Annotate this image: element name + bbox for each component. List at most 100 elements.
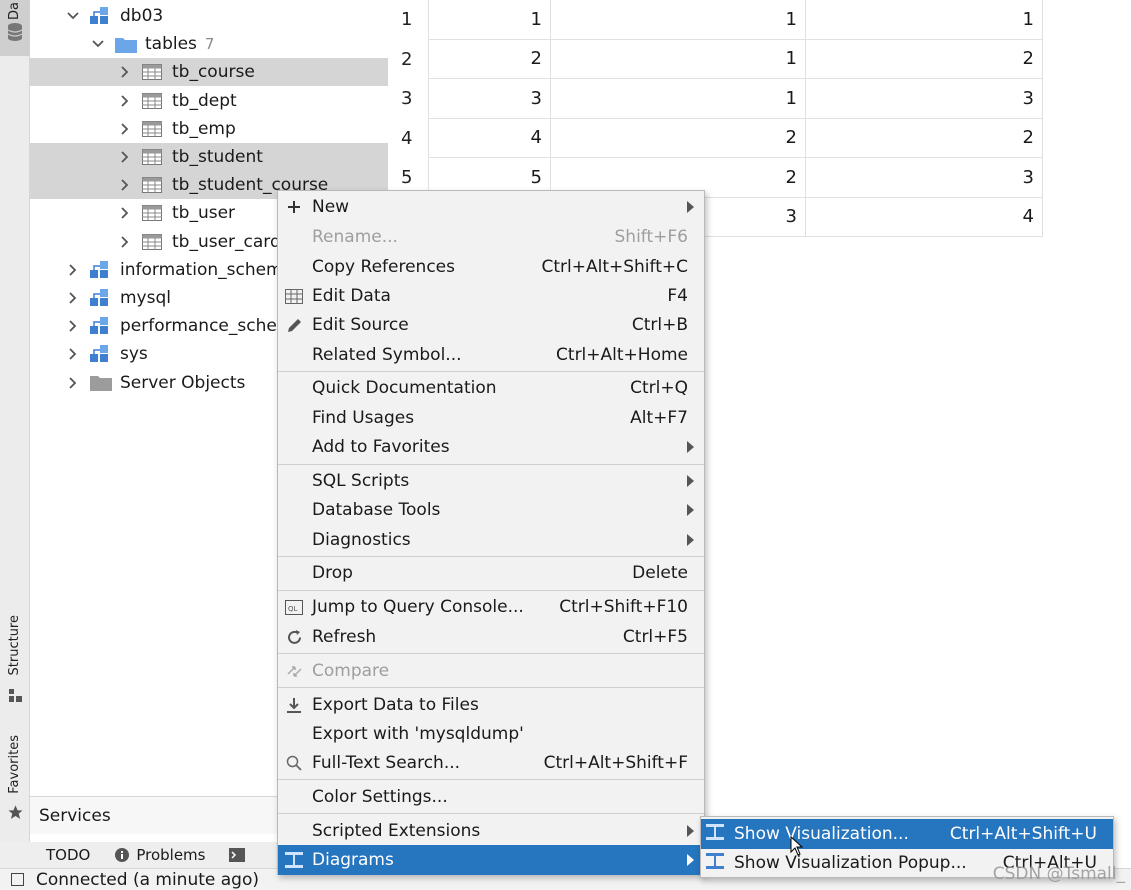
table-icon xyxy=(142,205,162,222)
tree-item-label: tb_student xyxy=(172,147,263,167)
tree-item-label: db03 xyxy=(120,6,164,26)
tree-item[interactable]: tb_emp xyxy=(30,115,388,143)
tree-item[interactable]: db03 xyxy=(30,2,388,30)
menu-item-copy-references[interactable]: Copy References Ctrl+Alt+Shift+C xyxy=(278,252,704,282)
menu-item-full-text-search[interactable]: Full-Text Search... Ctrl+Alt+Shift+F xyxy=(278,748,704,778)
database-tool-tab[interactable]: Da xyxy=(0,0,30,56)
schema-icon xyxy=(90,289,110,307)
table-cell[interactable]: 3 xyxy=(428,79,551,119)
services-panel-header[interactable]: Services xyxy=(30,796,280,834)
menu-item-rename[interactable]: Rename... Shift+F6 xyxy=(278,222,704,252)
schema-icon xyxy=(90,317,110,335)
menu-item-diagnostics[interactable]: Diagnostics xyxy=(278,525,704,555)
todo-label: TODO xyxy=(46,846,91,864)
chevron-right-icon[interactable] xyxy=(118,178,132,192)
table-icon xyxy=(142,92,162,109)
menu-item-jump-to-query-console[interactable]: QL Jump to Query Console... Ctrl+Shift+F… xyxy=(278,592,704,622)
table-cell[interactable]: 1 xyxy=(551,39,806,79)
menu-item-related-symbol[interactable]: Related Symbol... Ctrl+Alt+Home xyxy=(278,340,704,370)
problems-tab[interactable]: Problems xyxy=(114,846,205,864)
chevron-right-icon[interactable] xyxy=(118,150,132,164)
table-cell[interactable]: 2 xyxy=(806,39,1043,79)
schema-icon xyxy=(90,345,110,363)
menu-item-diagrams[interactable]: Diagrams xyxy=(278,845,704,875)
row-number: 2 xyxy=(401,48,413,70)
chevron-right-icon[interactable] xyxy=(66,263,80,277)
table-cell[interactable]: 4 xyxy=(428,118,551,158)
tree-item[interactable]: tb_course xyxy=(30,58,388,87)
tree-item[interactable]: tb_student xyxy=(30,143,388,171)
table-cell[interactable]: 3 xyxy=(806,79,1043,119)
row-number: 3 xyxy=(401,88,413,110)
chevron-right-icon[interactable] xyxy=(118,206,132,220)
chevron-right-icon[interactable] xyxy=(66,319,80,333)
favorites-tab[interactable]: Favorites xyxy=(7,735,22,794)
table-cell[interactable]: 2 xyxy=(428,39,551,79)
tree-item-label: tb_dept xyxy=(172,90,237,111)
folder-icon xyxy=(115,36,137,53)
diagram-icon xyxy=(706,824,726,844)
menu-item-sql-scripts[interactable]: SQL Scripts xyxy=(278,466,704,496)
table-icon xyxy=(142,233,162,250)
menu-item-export-data-to-files[interactable]: Export Data to Files xyxy=(278,690,704,720)
problems-label: Problems xyxy=(136,846,206,864)
menu-item-export-mysqldump[interactable]: Export with 'mysqldump' xyxy=(278,719,704,749)
chevron-right-icon[interactable] xyxy=(118,94,132,108)
todo-tab[interactable]: TODO xyxy=(46,846,90,864)
tree-item-label: mysql xyxy=(120,288,171,308)
tree-item-label: information_schema xyxy=(120,259,294,280)
table-cell[interactable]: 1 xyxy=(806,0,1043,40)
chevron-right-icon[interactable] xyxy=(66,291,80,305)
menu-item-database-tools[interactable]: Database Tools xyxy=(278,495,704,525)
menu-separator xyxy=(278,371,704,372)
server-folder-icon xyxy=(90,374,112,392)
chevron-right-icon[interactable] xyxy=(118,122,132,136)
chevron-right-icon[interactable] xyxy=(66,347,80,361)
chevron-right-icon[interactable] xyxy=(118,235,132,249)
compare-icon xyxy=(284,661,304,681)
submenu-arrow-icon xyxy=(687,825,694,837)
table-cell[interactable]: 1 xyxy=(551,0,806,40)
bottom-tool-tabs: TODO Problems xyxy=(0,842,280,868)
table-cell[interactable]: 2 xyxy=(551,118,806,158)
terminal-icon[interactable] xyxy=(229,848,246,862)
menu-item-scripted-extensions[interactable]: Scripted Extensions xyxy=(278,816,704,846)
status-checkbox-icon[interactable] xyxy=(11,873,24,886)
mouse-cursor-icon xyxy=(790,836,804,856)
menu-item-color-settings[interactable]: Color Settings... xyxy=(278,782,704,812)
table-cell[interactable]: 4 xyxy=(806,197,1043,237)
database-icon xyxy=(7,23,23,41)
menu-item-add-to-favorites[interactable]: Add to Favorites xyxy=(278,432,704,462)
table-row: 4422 xyxy=(388,118,1043,158)
menu-item-new[interactable]: New xyxy=(278,192,704,222)
table-icon xyxy=(142,149,162,165)
tree-item-label: sys xyxy=(120,344,148,365)
menu-item-edit-data[interactable]: Edit Data F4 xyxy=(278,281,704,311)
tree-item[interactable]: tables 7 xyxy=(30,30,388,58)
table-icon xyxy=(142,177,162,194)
svg-text:QL: QL xyxy=(288,605,298,613)
chevron-right-icon[interactable] xyxy=(66,376,80,390)
chevron-right-icon[interactable] xyxy=(118,65,132,79)
diagram-icon xyxy=(706,853,726,873)
menu-item-edit-source[interactable]: Edit Source Ctrl+B xyxy=(278,310,704,340)
structure-tab[interactable]: Structure xyxy=(7,615,22,675)
chevron-down-icon[interactable] xyxy=(66,9,80,23)
table-cell[interactable]: 2 xyxy=(806,118,1043,158)
tree-item[interactable]: tb_dept xyxy=(30,87,388,115)
tree-item-label: tb_course xyxy=(172,62,255,83)
submenu-arrow-icon xyxy=(687,504,694,516)
tree-item-label: tables xyxy=(145,34,197,55)
chevron-down-icon[interactable] xyxy=(91,37,105,51)
menu-item-show-visualization[interactable]: Show Visualization... Ctrl+Alt+Shift+U xyxy=(701,819,1113,849)
menu-item-quick-documentation[interactable]: Quick Documentation Ctrl+Q xyxy=(278,373,704,403)
menu-item-find-usages[interactable]: Find Usages Alt+F7 xyxy=(278,403,704,433)
menu-item-drop[interactable]: Drop Delete xyxy=(278,558,704,588)
table-cell[interactable]: 1 xyxy=(428,0,551,40)
schema-icon xyxy=(90,7,110,25)
submenu-arrow-icon xyxy=(687,534,694,546)
menu-item-refresh[interactable]: Refresh Ctrl+F5 xyxy=(278,622,704,652)
menu-item-compare[interactable]: Compare xyxy=(278,656,704,686)
table-cell[interactable]: 1 xyxy=(551,79,806,119)
table-cell[interactable]: 3 xyxy=(806,158,1043,198)
